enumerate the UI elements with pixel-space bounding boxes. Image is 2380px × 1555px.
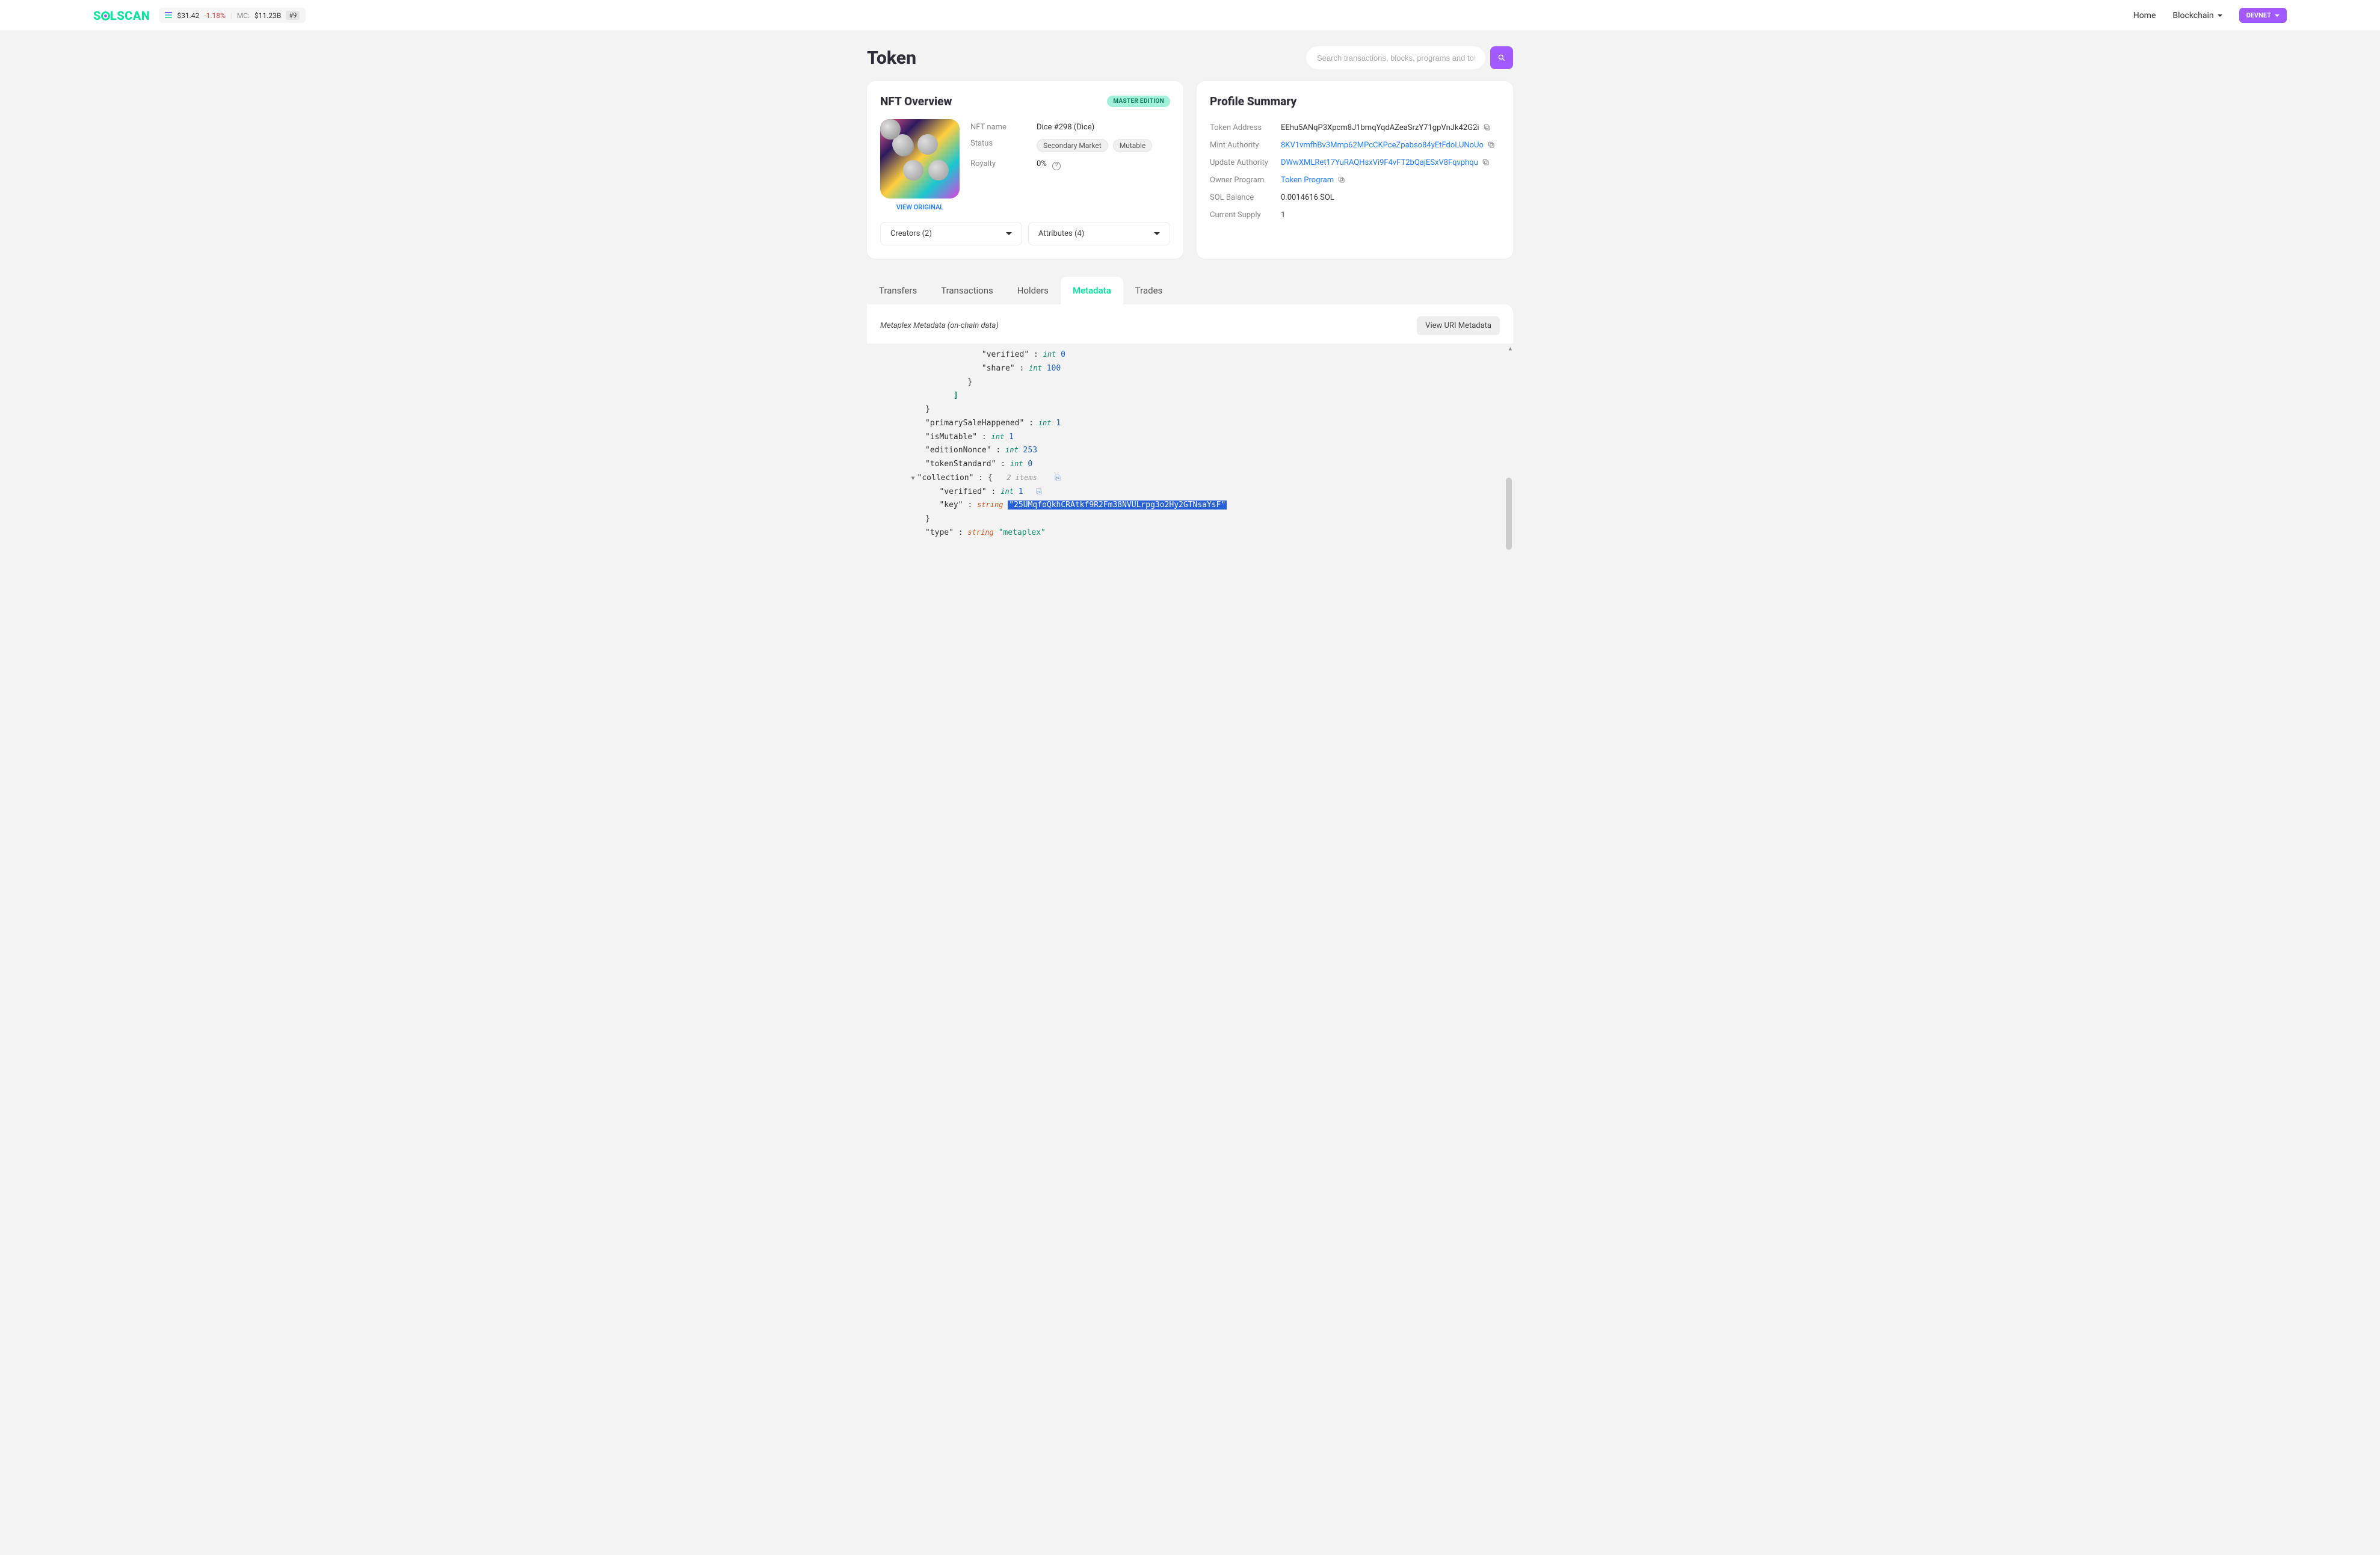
top-header: SLSCAN $31.42 -1.18% | MC: $11.23B #9 Ho… — [0, 0, 2380, 31]
nft-image — [880, 119, 960, 199]
profile-summary-card: Profile Summary Token Address EEhu5ANqP3… — [1197, 81, 1513, 259]
attributes-dropdown[interactable]: Attributes (4) — [1028, 222, 1170, 245]
update-authority-label: Update Authority — [1210, 158, 1281, 167]
metadata-title: Metaplex Metadata (on-chain data) — [880, 321, 999, 330]
help-icon[interactable]: ? — [1052, 162, 1061, 170]
cluster-select[interactable]: DEVNET — [2239, 8, 2287, 23]
master-edition-badge: MASTER EDITION — [1107, 96, 1170, 107]
search-button[interactable] — [1490, 46, 1513, 69]
current-supply-label: Current Supply — [1210, 211, 1281, 220]
metadata-card: Metaplex Metadata (on-chain data) View U… — [867, 304, 1513, 552]
status-tag: Secondary Market — [1037, 139, 1108, 152]
copy-icon[interactable] — [1482, 158, 1490, 167]
status-tag: Mutable — [1113, 139, 1153, 152]
creators-dropdown[interactable]: Creators (2) — [880, 222, 1022, 245]
copy-icon[interactable] — [1337, 176, 1346, 184]
tab-holders[interactable]: Holders — [1005, 277, 1061, 304]
price-delta: -1.18% — [204, 11, 226, 20]
price-value: $31.42 — [177, 11, 199, 20]
overview-title: NFT Overview — [880, 94, 952, 108]
royalty-value: 0% — [1037, 159, 1047, 168]
sol-balance-value: 0.0014616 SOL — [1281, 193, 1334, 202]
scroll-thumb[interactable] — [1506, 478, 1512, 550]
view-uri-button[interactable]: View URI Metadata — [1417, 316, 1500, 335]
scrollbar[interactable]: ▲ — [1506, 345, 1512, 551]
token-address-label: Token Address — [1210, 123, 1281, 132]
nft-overview-card: NFT Overview MASTER EDITION VIEW ORIGINA… — [867, 81, 1183, 259]
owner-program-link[interactable]: Token Program — [1281, 176, 1346, 185]
mc-value: $11.23B — [254, 11, 281, 20]
search-icon — [1497, 54, 1506, 62]
royalty-label: Royalty — [970, 159, 1037, 170]
clipboard-icon[interactable]: ⎘ — [1055, 473, 1061, 482]
tab-metadata[interactable]: Metadata — [1061, 277, 1123, 304]
price-pill: $31.42 -1.18% | MC: $11.23B #9 — [159, 8, 306, 23]
sol-icon — [165, 12, 172, 19]
tab-transactions[interactable]: Transactions — [929, 277, 1005, 304]
clipboard-icon[interactable]: ⎘ — [1036, 487, 1042, 496]
logo[interactable]: SLSCAN — [93, 8, 150, 23]
token-address-value: EEhu5ANqP3Xpcm8J1bmqYqdAZeaSrzY71gpVnJk4… — [1281, 123, 1491, 132]
copy-icon[interactable] — [1483, 123, 1491, 132]
current-supply-value: 1 — [1281, 211, 1285, 220]
page-title: Token — [867, 48, 916, 69]
scroll-up-icon[interactable]: ▲ — [1509, 345, 1512, 354]
collapse-icon[interactable]: ▼ — [911, 475, 914, 482]
profile-title: Profile Summary — [1210, 94, 1296, 108]
update-authority-link[interactable]: DWwXMLRet17YuRAQHsxVi9F4vFT2bQajESxV8Fqv… — [1281, 158, 1490, 167]
tab-transfers[interactable]: Transfers — [867, 277, 929, 304]
status-label: Status — [970, 139, 1037, 152]
mint-authority-link[interactable]: 8KV1vmfhBv3Mmp62MPcCKPceZpabso84yEtFdoLU… — [1281, 141, 1496, 150]
copy-icon[interactable] — [1487, 141, 1496, 149]
tab-trades[interactable]: Trades — [1123, 277, 1175, 304]
nav-home[interactable]: Home — [2133, 11, 2156, 20]
nav-blockchain[interactable]: Blockchain — [2172, 11, 2222, 20]
nft-name-label: NFT name — [970, 123, 1037, 132]
nft-name-value: Dice #298 (Dice) — [1037, 123, 1094, 132]
rank-badge: #9 — [286, 11, 300, 20]
tabs: Transfers Transactions Holders Metadata … — [867, 277, 1513, 304]
main-nav: Home Blockchain DEVNET — [2133, 8, 2287, 23]
mc-label: MC: — [237, 11, 250, 20]
sol-balance-label: SOL Balance — [1210, 193, 1281, 202]
search-input[interactable] — [1306, 46, 1485, 69]
json-viewer[interactable]: "verified" : int 0 "share" : int 100 } ]… — [867, 343, 1513, 552]
mint-authority-label: Mint Authority — [1210, 141, 1281, 150]
view-original-link[interactable]: VIEW ORIGINAL — [880, 203, 960, 211]
owner-program-label: Owner Program — [1210, 176, 1281, 185]
highlighted-key-value: "25UMqfoQkhCRAtkf9R2Fm38NVULrpg3o2Hy2GTN… — [1008, 500, 1227, 510]
